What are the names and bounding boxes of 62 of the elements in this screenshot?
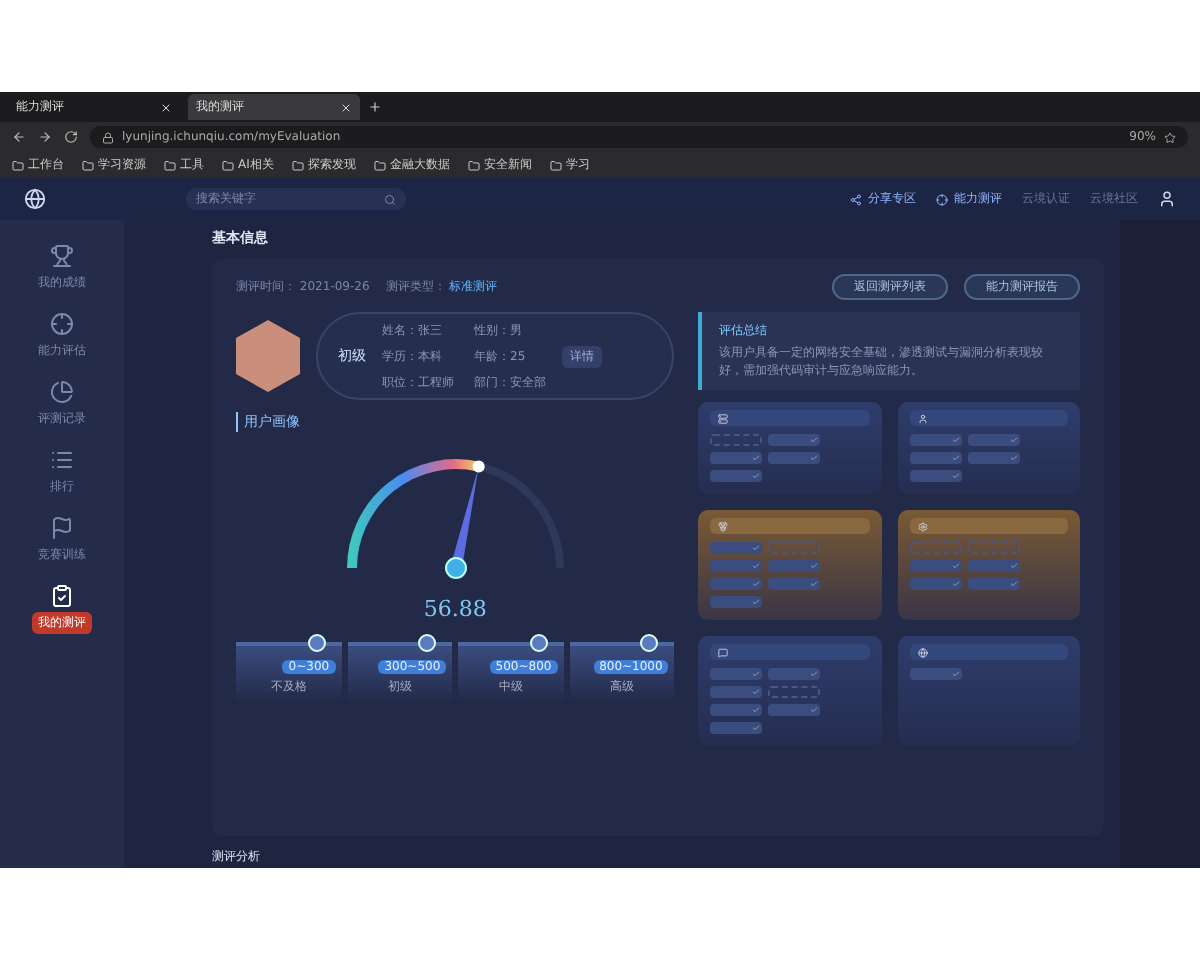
trophy-icon[interactable] (50, 244, 74, 268)
folder-icon (291, 159, 304, 171)
folder-icon (164, 159, 176, 171)
check-icon (1009, 436, 1018, 444)
check-icon (752, 706, 761, 714)
close-icon[interactable] (340, 101, 352, 113)
avatar-icon[interactable] (1158, 190, 1176, 208)
check-icon (951, 580, 960, 588)
user-icon (917, 413, 928, 423)
band-knob (640, 634, 659, 652)
check-icon (951, 454, 960, 462)
gauge-needle (444, 460, 484, 579)
lock-icon (102, 131, 114, 143)
target-icon[interactable] (50, 312, 74, 336)
check-icon (752, 454, 761, 462)
check-icon (752, 670, 761, 678)
new-tab-icon[interactable] (368, 100, 382, 114)
check-icon (752, 688, 761, 696)
band-knob (418, 634, 437, 652)
check-icon (951, 472, 960, 480)
folder-icon (12, 159, 24, 171)
check-icon (951, 670, 960, 678)
check-icon (810, 562, 819, 570)
check-icon (1009, 562, 1018, 570)
check-icon (752, 544, 761, 552)
check-icon (951, 562, 960, 570)
check-icon (752, 562, 761, 570)
check-icon (810, 706, 819, 714)
chat-icon (718, 647, 729, 657)
server-icon (718, 413, 729, 423)
check-icon (752, 724, 761, 732)
search-icon (384, 193, 396, 205)
star-icon[interactable] (1164, 131, 1176, 143)
logo-icon (24, 188, 46, 210)
clipboard-icon[interactable] (50, 584, 74, 608)
reload-icon[interactable] (64, 130, 78, 144)
folder-icon (467, 159, 480, 171)
score-value: 56.88 (421, 596, 489, 622)
folder-icon (222, 159, 234, 171)
back-icon[interactable] (12, 130, 26, 144)
check-icon (752, 598, 761, 606)
check-icon (810, 436, 819, 444)
check-icon (1009, 454, 1018, 462)
folder-icon (373, 159, 386, 171)
check-icon (1009, 580, 1018, 588)
check-icon (752, 472, 761, 480)
band-knob (529, 634, 548, 652)
target-icon (936, 193, 948, 205)
share-icon (850, 193, 862, 205)
globe-icon (917, 647, 928, 657)
close-icon[interactable] (160, 101, 172, 113)
pie-chart-icon[interactable] (50, 380, 74, 404)
flag-icon[interactable] (50, 516, 74, 540)
check-icon (752, 580, 761, 588)
check-icon (810, 670, 819, 678)
check-icon (810, 580, 819, 588)
band-knob (307, 634, 326, 652)
check-icon (951, 436, 960, 444)
forward-icon[interactable] (38, 130, 52, 144)
folder-icon (82, 159, 94, 171)
folder-icon (549, 159, 562, 171)
check-icon (810, 454, 819, 462)
